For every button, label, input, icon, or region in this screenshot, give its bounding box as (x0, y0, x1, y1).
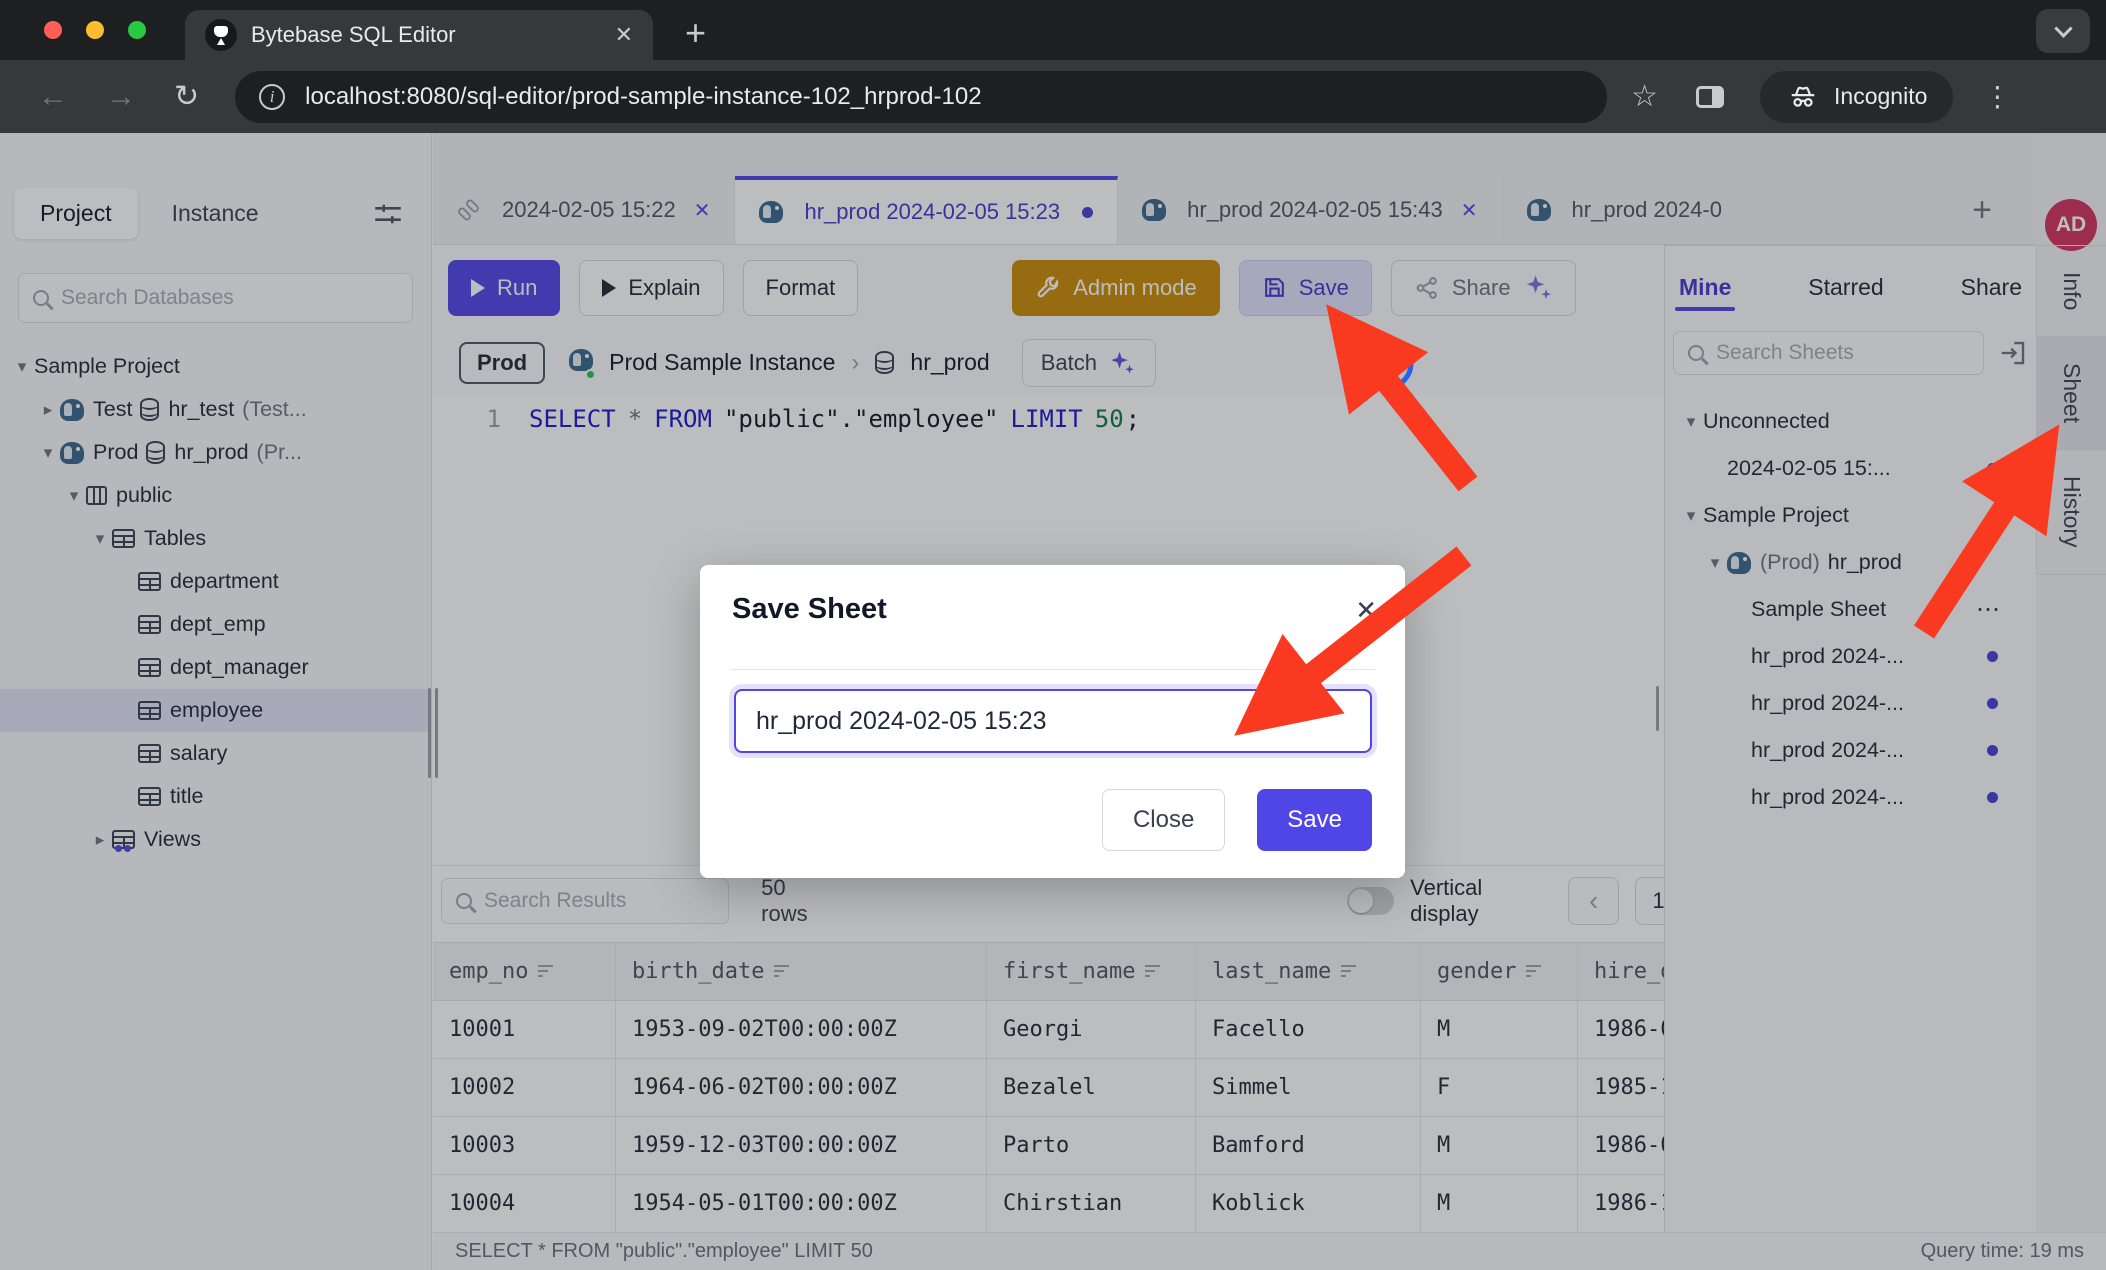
browser-tab-title: Bytebase SQL Editor (251, 22, 601, 48)
browser-tab[interactable]: Bytebase SQL Editor ✕ (185, 10, 653, 60)
chevron-down-icon (2054, 19, 2072, 37)
url-bar[interactable]: i localhost:8080/sql-editor/prod-sample-… (235, 71, 1607, 123)
new-tab-button[interactable]: + (685, 12, 706, 54)
forward-button[interactable]: → (106, 80, 136, 114)
save-sheet-dialog: Save Sheet ✕ Close Save (700, 565, 1405, 878)
browser-chrome: Bytebase SQL Editor ✕ + ← → ↻ i localhos… (0, 0, 2106, 133)
site-info-icon[interactable]: i (259, 84, 285, 110)
maximize-window-button[interactable] (128, 21, 146, 39)
close-window-button[interactable] (44, 21, 62, 39)
side-panel-icon[interactable] (1696, 86, 1724, 108)
incognito-badge: Incognito (1760, 71, 1953, 123)
close-dialog-icon[interactable]: ✕ (1355, 595, 1377, 626)
reload-button[interactable]: ↻ (174, 79, 199, 114)
url-text: localhost:8080/sql-editor/prod-sample-in… (305, 83, 981, 111)
browser-menu-icon[interactable]: ⋮ (1983, 80, 2011, 113)
incognito-icon (1786, 82, 1820, 112)
incognito-label: Incognito (1834, 83, 1927, 110)
bytebase-favicon (205, 19, 237, 51)
minimize-window-button[interactable] (86, 21, 104, 39)
dialog-save-button[interactable]: Save (1257, 789, 1372, 851)
bookmark-star-icon[interactable]: ☆ (1631, 79, 1658, 114)
tab-search-button[interactable] (2036, 9, 2090, 53)
dialog-close-button[interactable]: Close (1102, 789, 1225, 851)
browser-tab-strip: Bytebase SQL Editor ✕ + (0, 0, 2106, 60)
sheet-name-input[interactable] (734, 689, 1372, 753)
browser-navbar: ← → ↻ i localhost:8080/sql-editor/prod-s… (0, 60, 2106, 133)
close-tab-icon[interactable]: ✕ (615, 22, 633, 48)
window-controls[interactable] (44, 21, 146, 39)
bytebase-app: ProjectInstance Sample Project (0, 133, 2106, 1270)
dialog-divider (730, 669, 1375, 670)
back-button[interactable]: ← (38, 80, 68, 114)
dialog-title: Save Sheet (732, 593, 887, 626)
